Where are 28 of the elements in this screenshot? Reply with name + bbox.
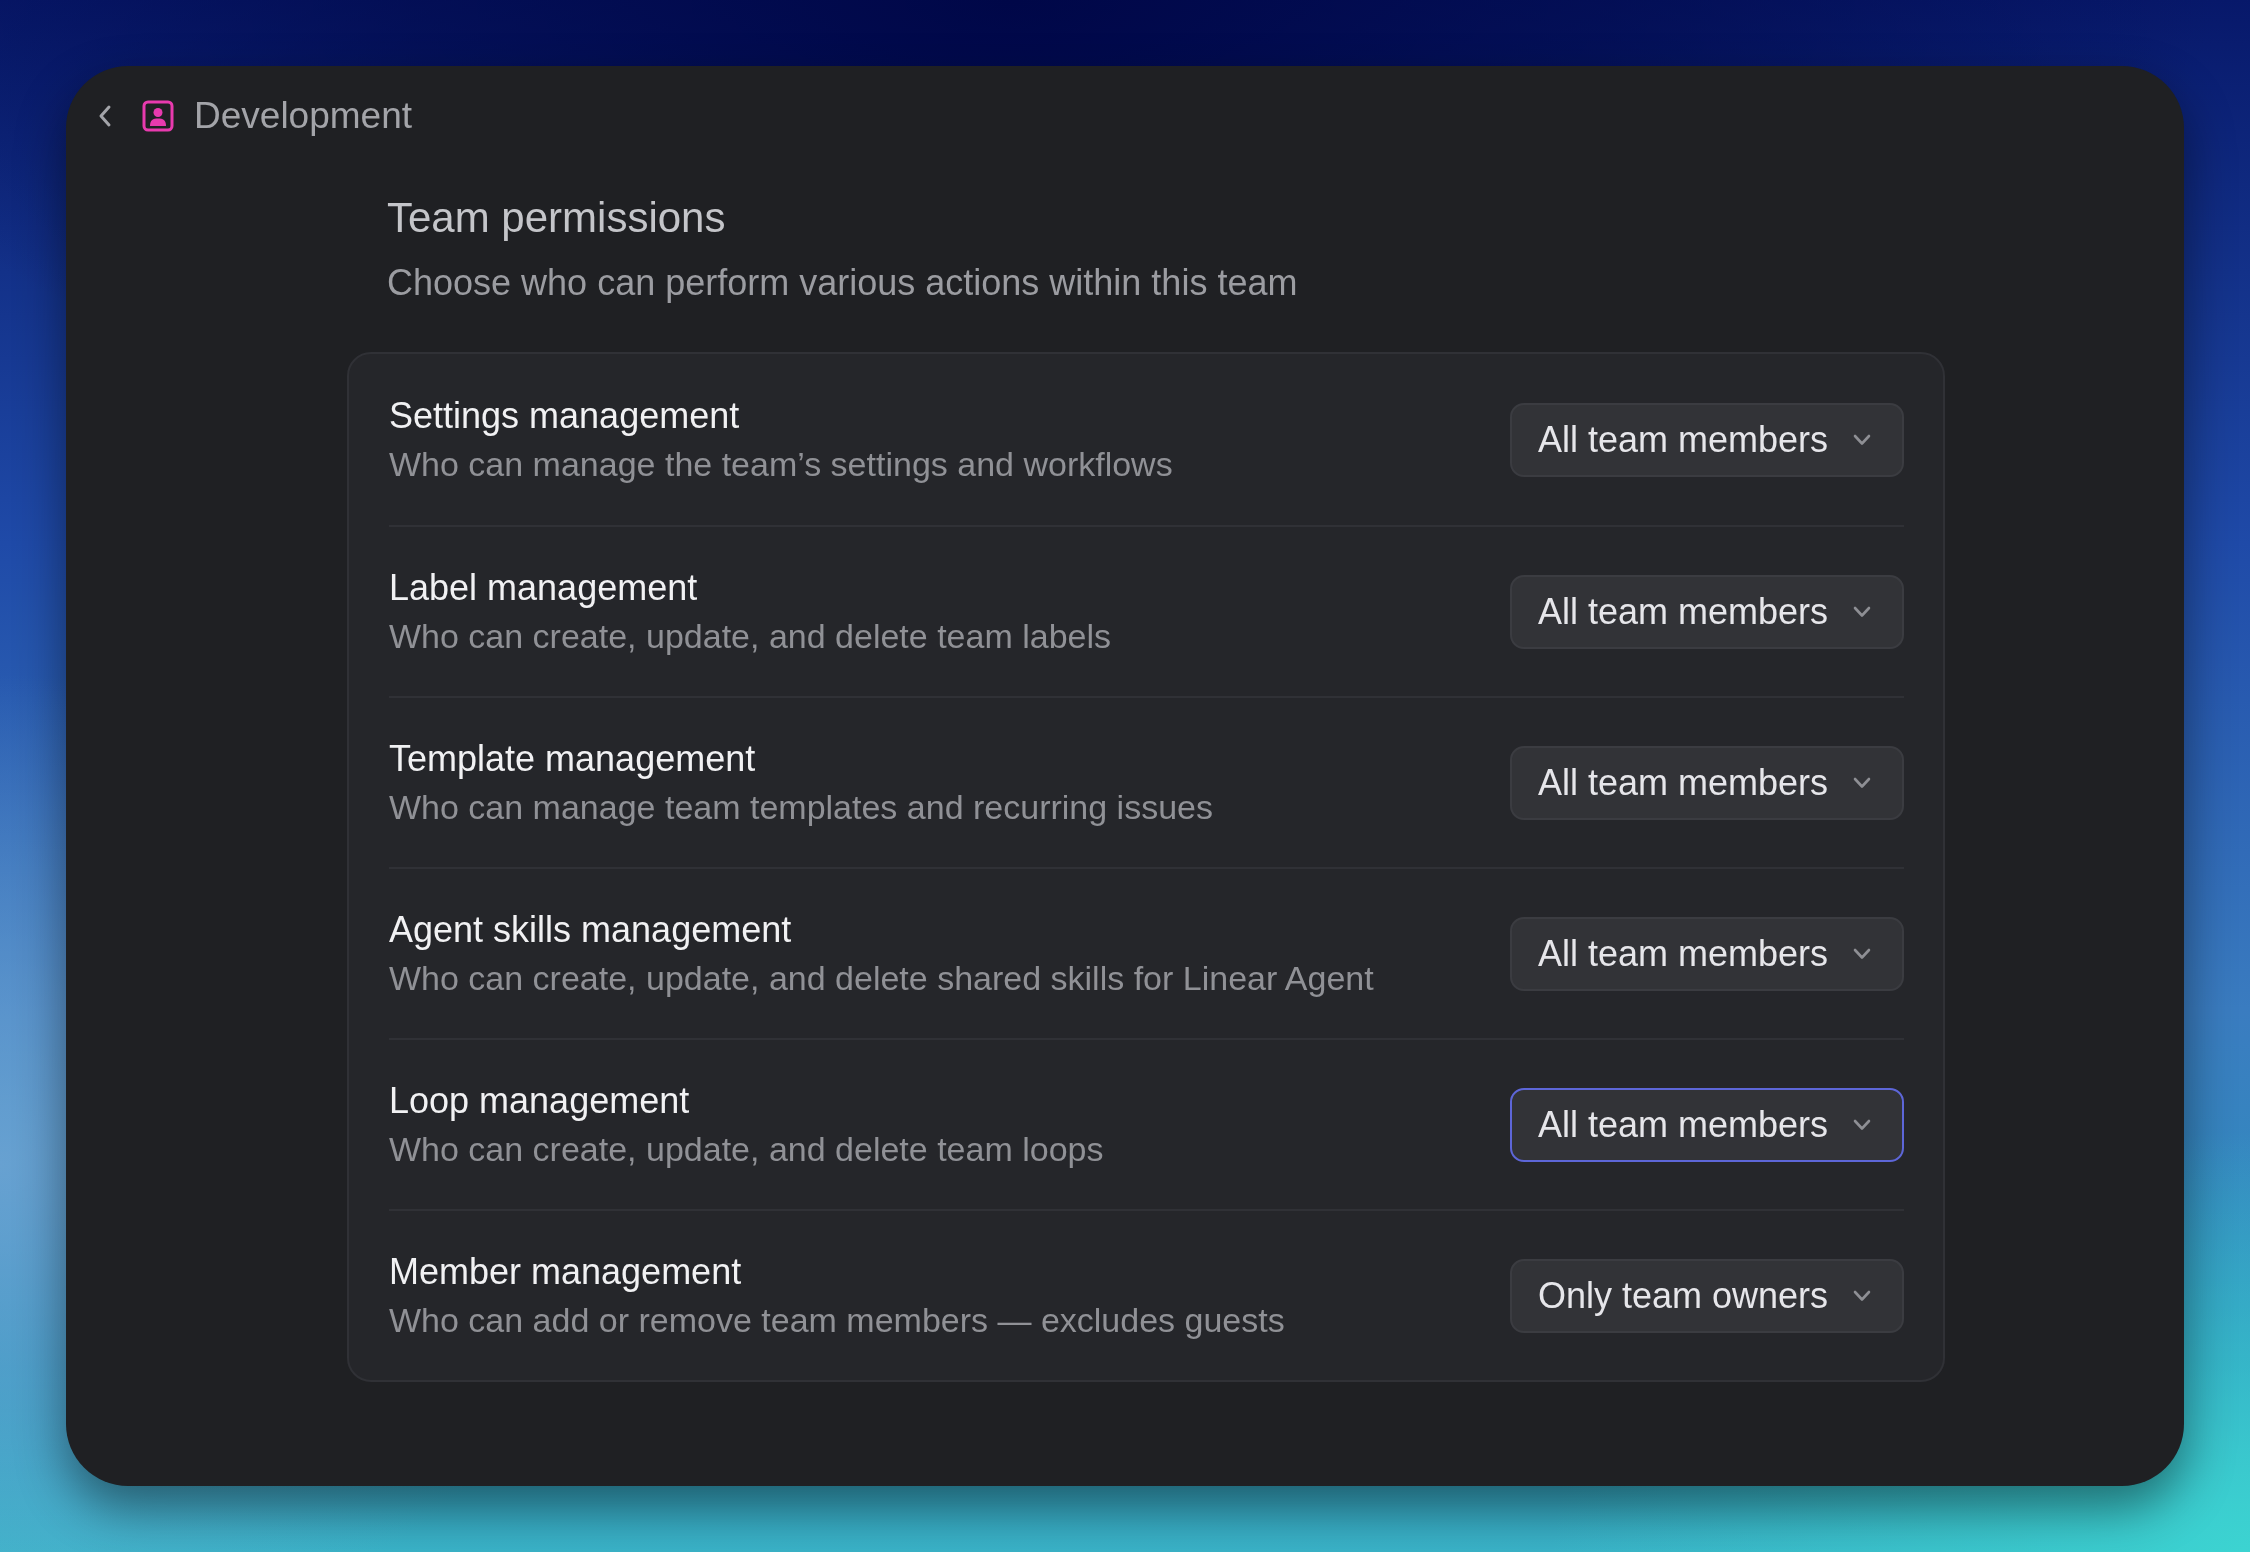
dropdown-button[interactable]: All team members bbox=[1509, 402, 1904, 477]
section-title: Team permissions bbox=[386, 193, 727, 243]
permission-title: Settings management bbox=[389, 393, 741, 438]
permission-description: Who can create, update, and delete team labels bbox=[389, 615, 1113, 657]
dropdown-button[interactable]: All team members bbox=[1509, 916, 1904, 991]
chevron-down-icon bbox=[1852, 947, 1872, 960]
permission-title: Loop management bbox=[389, 1078, 691, 1123]
permission-description: Who can manage team templates and recurring issues bbox=[389, 786, 1214, 828]
permission-description: Who can create, update, and delete team loops bbox=[389, 1128, 1105, 1170]
dropdown-button[interactable]: All team members bbox=[1509, 1087, 1904, 1162]
permission-description: Who can create, update, and delete shared skills for Linear Agent bbox=[389, 957, 1375, 999]
permission-title: Template management bbox=[389, 736, 757, 781]
permission-title: Member management bbox=[389, 1249, 743, 1294]
permission-title: Agent skills management bbox=[389, 907, 793, 952]
team-name: Development bbox=[194, 96, 412, 136]
permission-description: Who can manage the team’s settings and workflows bbox=[389, 443, 1174, 485]
chevron-down-icon bbox=[1852, 605, 1872, 618]
dropdown-button[interactable]: Only team owners bbox=[1509, 1258, 1904, 1333]
section-description: Choose who can perform various actions within this team bbox=[386, 261, 1299, 305]
dropdown-button[interactable]: All team members bbox=[1509, 745, 1904, 820]
chevron-down-icon bbox=[1852, 1289, 1872, 1302]
chevron-down-icon bbox=[1852, 1118, 1872, 1131]
permission-description: Who can add or remove team members — excludes guests bbox=[389, 1299, 1286, 1341]
chevron-down-icon bbox=[1852, 776, 1872, 789]
user-square-icon bbox=[142, 100, 174, 132]
permission-title: Label management bbox=[389, 565, 699, 610]
chevron-down-icon bbox=[1852, 433, 1872, 446]
dropdown-button[interactable]: All team members bbox=[1509, 574, 1904, 649]
